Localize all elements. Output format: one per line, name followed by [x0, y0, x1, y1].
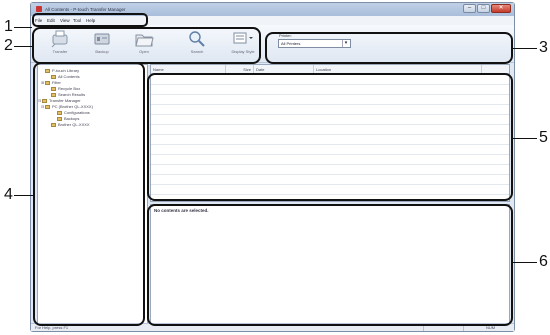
- callout-2-leader: [14, 46, 32, 47]
- callout-4-leader: [14, 195, 33, 196]
- callout-6-leader: [513, 262, 537, 263]
- callout-3: 3: [539, 39, 548, 56]
- app-icon: [36, 6, 42, 12]
- callout-6: 6: [539, 253, 548, 270]
- minimize-button[interactable]: –: [463, 4, 476, 13]
- maximize-button[interactable]: □: [477, 4, 490, 13]
- callout-1: 1: [4, 18, 13, 35]
- manual-figure: All Contents - P-touch Transfer Manager …: [0, 0, 550, 335]
- callout-5: 5: [539, 129, 548, 146]
- toolbar-highlight: [32, 27, 261, 64]
- callout-5-leader: [513, 138, 537, 139]
- preview-pane-highlight: [147, 204, 513, 326]
- callout-1-leader: [14, 27, 32, 28]
- callout-2: 2: [4, 37, 13, 54]
- callout-3-leader: [513, 48, 537, 49]
- folder-tree-highlight: [33, 62, 145, 326]
- menu-bar-highlight: [32, 13, 148, 27]
- callout-4: 4: [4, 186, 13, 203]
- close-button[interactable]: ✕: [491, 4, 511, 13]
- printer-filter-highlight: [265, 32, 513, 64]
- contents-list-highlight: [147, 73, 513, 201]
